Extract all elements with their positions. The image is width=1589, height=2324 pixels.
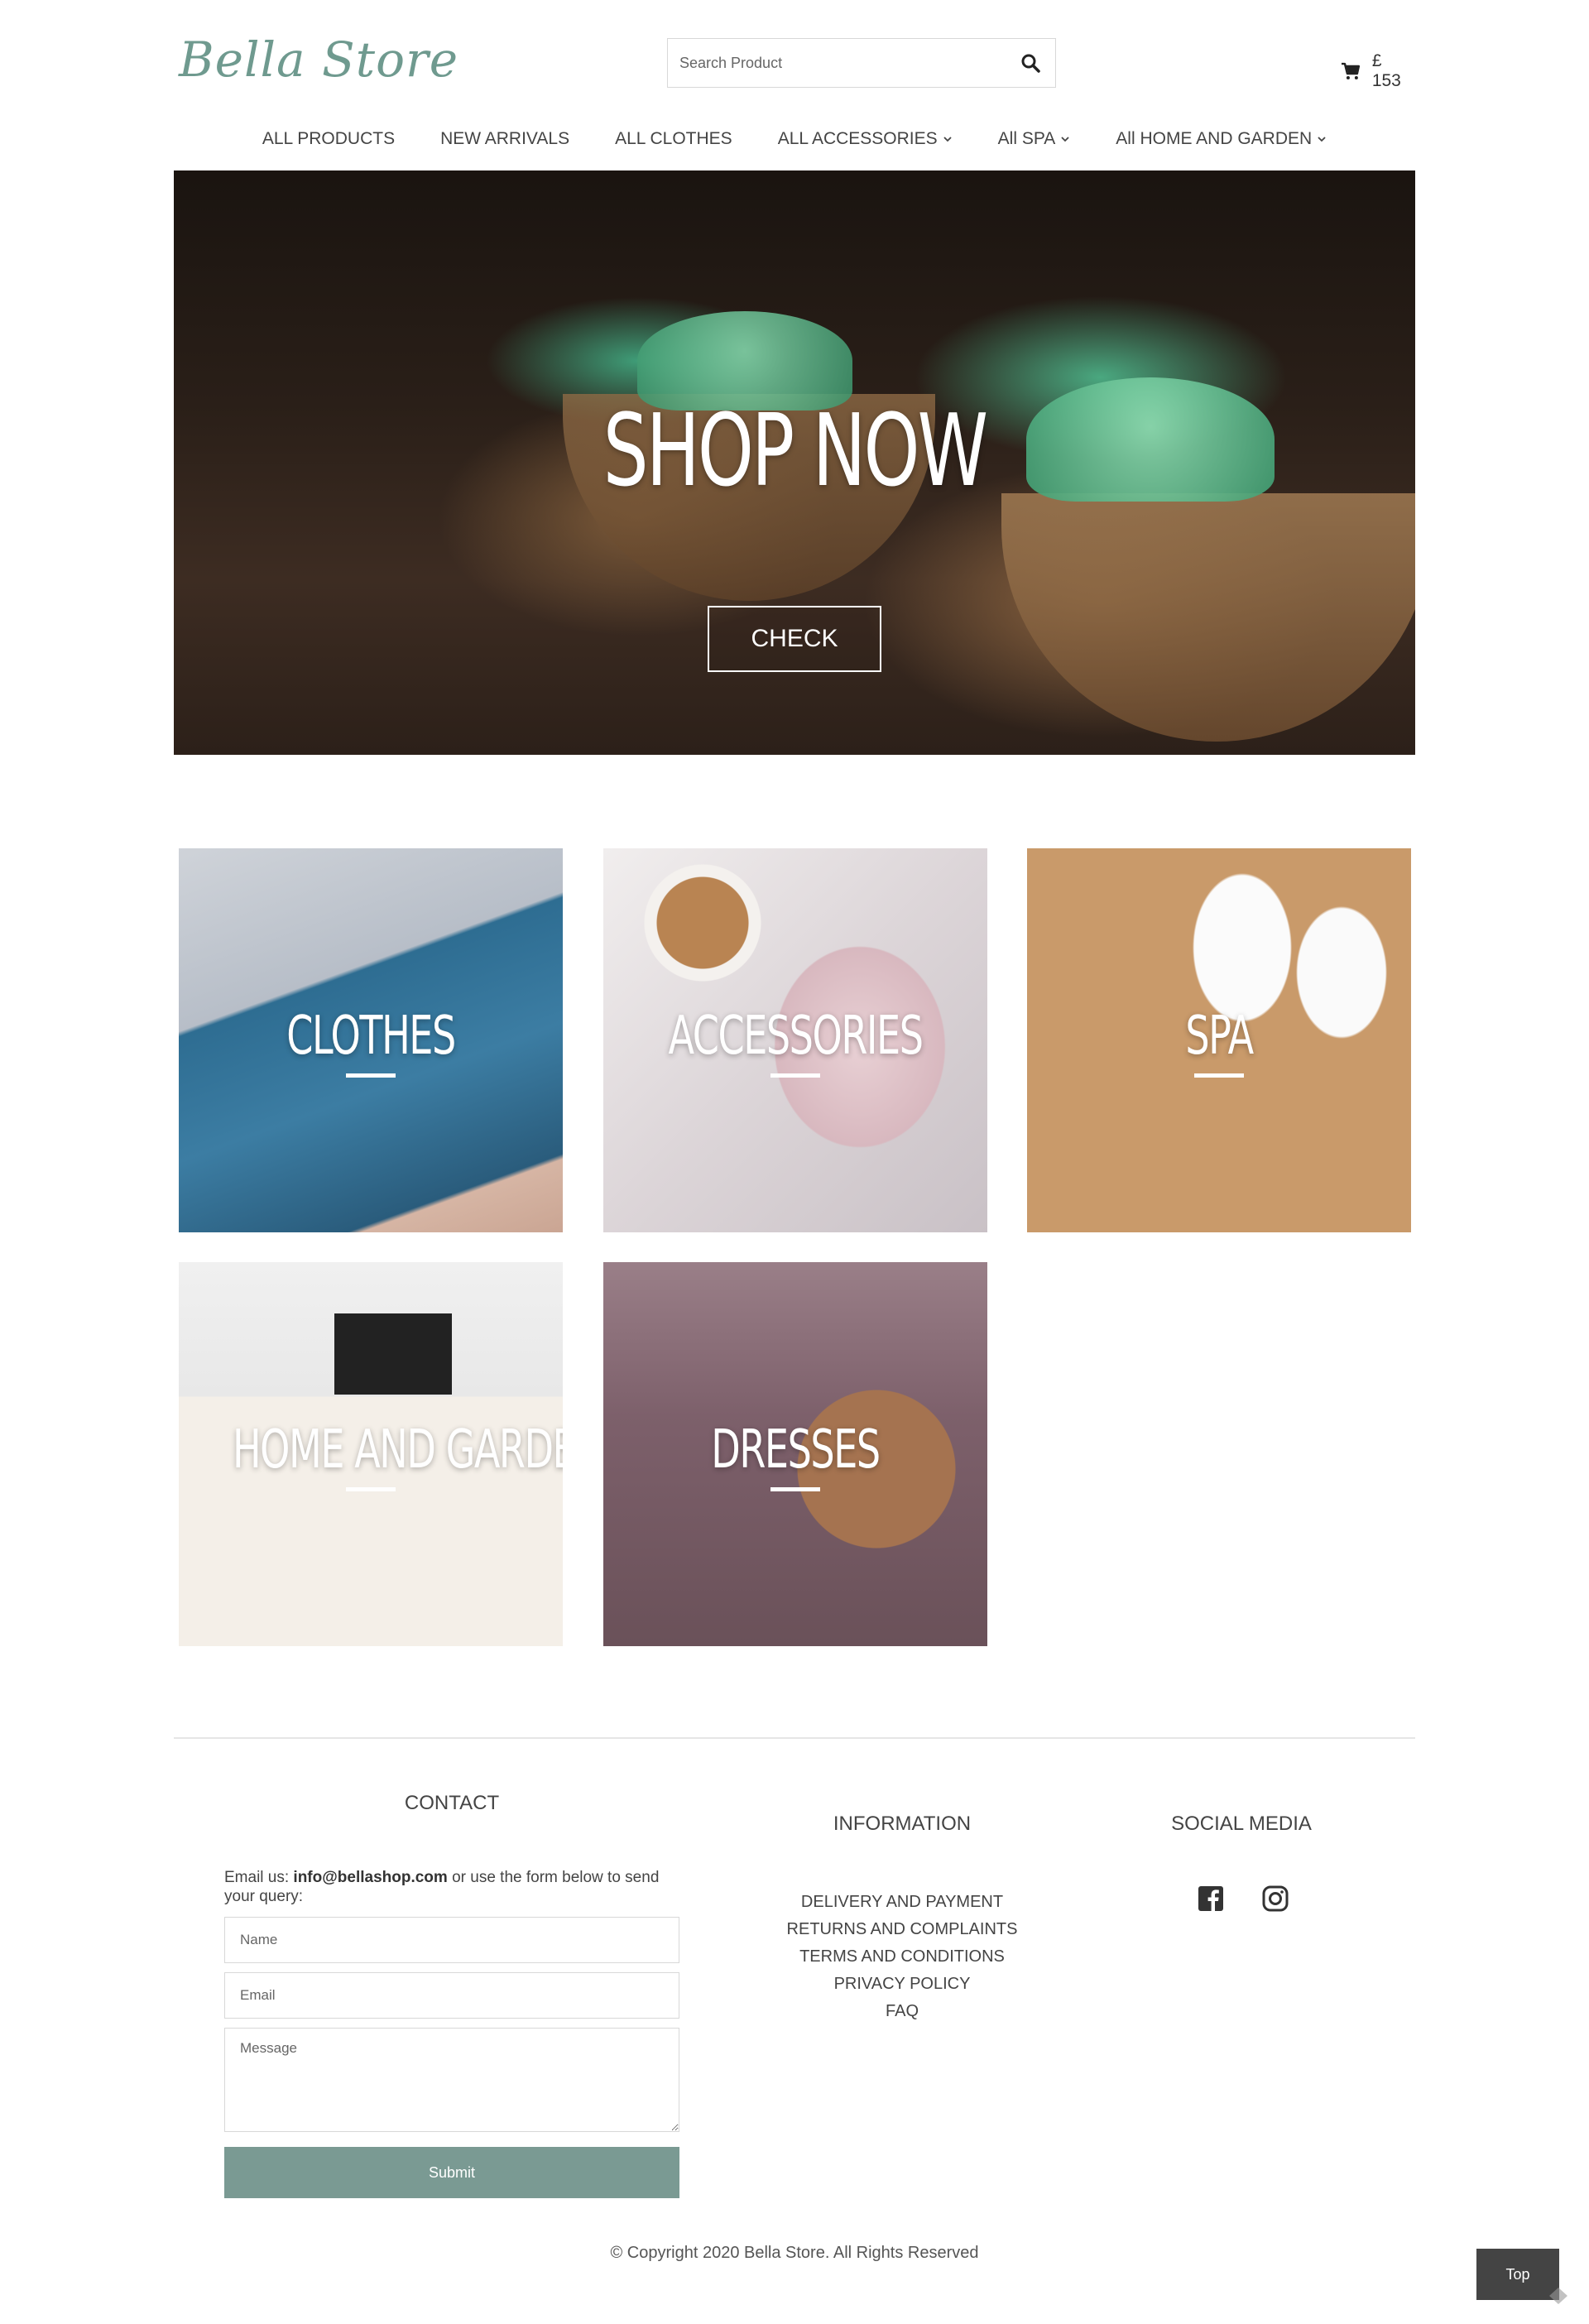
category-home-and-garden[interactable]: HOME AND GARDEN bbox=[179, 1262, 563, 1646]
nav-item-all-home-and-garden[interactable]: All HOME AND GARDEN bbox=[1116, 122, 1327, 156]
contact-name-field[interactable] bbox=[224, 1917, 679, 1963]
copyright-text: © Copyright 2020 Bella Store. All Rights… bbox=[610, 2244, 979, 2262]
category-accessories[interactable]: ACCESSORIES bbox=[603, 848, 987, 1232]
contact-heading: CONTACT bbox=[404, 1792, 500, 1814]
info-link-returns[interactable]: RETURNS AND COMPLAINTS bbox=[745, 1916, 1059, 1943]
contact-submit-button[interactable]: Submit bbox=[224, 2147, 679, 2198]
footer-divider bbox=[174, 1737, 1415, 1739]
category-underline bbox=[770, 1073, 820, 1078]
information-links: DELIVERY AND PAYMENT RETURNS AND COMPLAI… bbox=[745, 1889, 1059, 2025]
site-header: Bella Store £ 153 bbox=[174, 25, 1415, 99]
category-label: HOME AND GARDEN bbox=[232, 1419, 563, 1481]
nav-label: ALL PRODUCTS bbox=[262, 129, 396, 148]
store-logo[interactable]: Bella Store bbox=[179, 31, 458, 88]
contact-email-link[interactable]: info@bellashop.com bbox=[293, 1869, 447, 1886]
info-link-faq[interactable]: FAQ bbox=[745, 1998, 1059, 2025]
category-dresses[interactable]: DRESSES bbox=[603, 1262, 987, 1646]
nav-item-all-products[interactable]: ALL PRODUCTS bbox=[262, 122, 395, 156]
category-image-poster bbox=[334, 1313, 452, 1395]
contact-email-field[interactable] bbox=[224, 1972, 679, 2019]
contact-text: Email us: info@bellashop.com or use the … bbox=[224, 1868, 679, 1906]
hero-bowl-front bbox=[1001, 493, 1415, 742]
category-underline bbox=[1194, 1073, 1244, 1078]
nav-item-all-spa[interactable]: All SPA bbox=[998, 122, 1071, 156]
search-box bbox=[667, 38, 1056, 88]
facebook-icon[interactable] bbox=[1197, 1885, 1225, 1913]
category-clothes[interactable]: CLOTHES bbox=[179, 848, 563, 1232]
instagram-icon[interactable] bbox=[1261, 1885, 1289, 1913]
nav-label: All SPA bbox=[997, 129, 1056, 148]
category-label: SPA bbox=[1185, 1006, 1254, 1067]
information-heading: INFORMATION bbox=[833, 1813, 972, 1835]
chevron-down-icon bbox=[1061, 137, 1069, 142]
nav-label: NEW ARRIVALS bbox=[440, 129, 570, 148]
nav-item-new-arrivals[interactable]: NEW ARRIVALS bbox=[440, 122, 569, 156]
hero-banner: SHOP NOW CHECK bbox=[174, 170, 1415, 755]
main-nav: ALL PRODUCTS NEW ARRIVALS ALL CLOTHES AL… bbox=[174, 122, 1415, 156]
social-heading: SOCIAL MEDIA bbox=[1171, 1813, 1312, 1835]
hero-title: SHOP NOW bbox=[602, 394, 988, 509]
category-underline bbox=[346, 1073, 396, 1078]
category-label: ACCESSORIES bbox=[668, 1006, 924, 1067]
nav-label: ALL CLOTHES bbox=[615, 129, 732, 148]
scroll-arrow-icon bbox=[1549, 2288, 1567, 2304]
info-link-terms[interactable]: TERMS AND CONDITIONS bbox=[745, 1943, 1059, 1971]
nav-item-all-accessories[interactable]: ALL ACCESSORIES bbox=[778, 122, 953, 156]
category-label: DRESSES bbox=[711, 1419, 881, 1481]
category-underline bbox=[770, 1487, 820, 1491]
chevron-down-icon bbox=[1318, 137, 1326, 142]
cart-button[interactable]: £ 153 bbox=[1341, 51, 1415, 91]
contact-message-field[interactable] bbox=[224, 2028, 679, 2132]
hero-check-button[interactable]: CHECK bbox=[708, 606, 881, 672]
search-icon[interactable] bbox=[1020, 53, 1040, 73]
contact-email-prefix: Email us: bbox=[224, 1869, 290, 1886]
category-label: CLOTHES bbox=[286, 1006, 456, 1067]
nav-item-all-clothes[interactable]: ALL CLOTHES bbox=[615, 122, 732, 156]
info-link-privacy[interactable]: PRIVACY POLICY bbox=[745, 1971, 1059, 1998]
nav-label: All HOME AND GARDEN bbox=[1116, 129, 1313, 148]
search-input[interactable] bbox=[668, 39, 999, 87]
category-spa[interactable]: SPA bbox=[1027, 848, 1411, 1232]
category-underline bbox=[346, 1487, 396, 1491]
nav-label: ALL ACCESSORIES bbox=[777, 129, 938, 148]
cart-total: £ 153 bbox=[1371, 51, 1401, 90]
info-link-delivery[interactable]: DELIVERY AND PAYMENT bbox=[745, 1889, 1059, 1916]
cart-icon bbox=[1341, 62, 1361, 79]
chevron-down-icon bbox=[943, 137, 952, 142]
